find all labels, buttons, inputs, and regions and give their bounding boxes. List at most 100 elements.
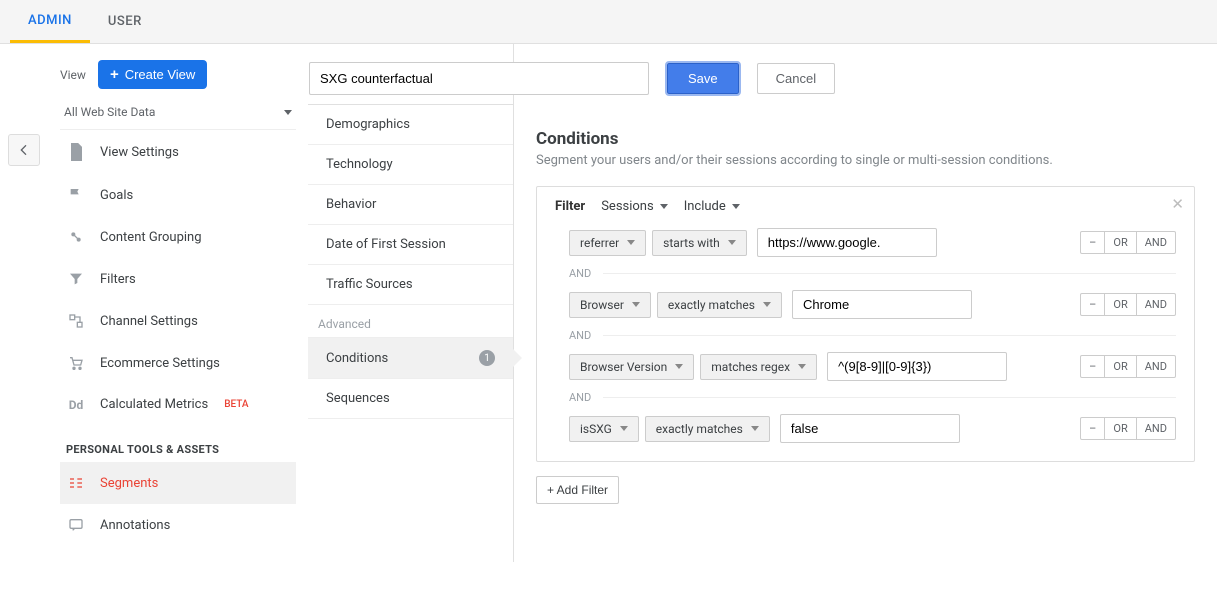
- dimension-dropdown[interactable]: Browser Version: [569, 354, 694, 380]
- dimension-value: isSXG: [580, 422, 612, 436]
- back-button[interactable]: [8, 134, 40, 166]
- remove-rule-button[interactable]: –: [1080, 355, 1105, 378]
- panel-subtitle: Segment your users and/or their sessions…: [536, 153, 1195, 168]
- cat-date-first-session[interactable]: Date of First Session: [308, 224, 513, 264]
- or-button[interactable]: OR: [1105, 417, 1136, 440]
- caret-down-icon: [660, 204, 668, 209]
- filter-label: Filter: [555, 199, 585, 214]
- nav-label: Content Grouping: [100, 230, 202, 245]
- operator-value: exactly matches: [656, 422, 743, 436]
- filter-mode-value: Include: [684, 199, 726, 214]
- segment-categories: Demographics Technology Behavior Date of…: [308, 44, 514, 562]
- rule-row: referrer starts with – OR AND: [555, 228, 1176, 257]
- nav-label: Channel Settings: [100, 314, 198, 329]
- panel-title: Conditions: [536, 129, 1195, 149]
- dimension-dropdown[interactable]: referrer: [569, 230, 646, 256]
- dimension-dropdown[interactable]: isSXG: [569, 416, 639, 442]
- or-button[interactable]: OR: [1105, 293, 1136, 316]
- and-button[interactable]: AND: [1137, 231, 1176, 254]
- rule-row: Browser Version matches regex – OR AND: [555, 352, 1176, 381]
- rule-value-input[interactable]: [792, 290, 972, 319]
- beta-badge: BETA: [224, 399, 248, 410]
- filter-mode-dropdown[interactable]: Include: [684, 199, 740, 214]
- rule-row: Browser exactly matches – OR AND: [555, 290, 1176, 319]
- funnel-icon: [66, 271, 86, 287]
- nav-content-grouping[interactable]: Content Grouping: [60, 216, 296, 258]
- personal-section-label: PERSONAL TOOLS & ASSETS: [60, 425, 296, 462]
- dimension-dropdown[interactable]: Browser: [569, 292, 651, 318]
- nav-segments[interactable]: Segments: [60, 462, 296, 504]
- filter-scope-value: Sessions: [601, 199, 654, 214]
- nav-goals[interactable]: Goals: [60, 174, 296, 216]
- and-button[interactable]: AND: [1137, 417, 1176, 440]
- caret-down-icon: [732, 204, 740, 209]
- and-separator: AND: [569, 267, 591, 280]
- save-button[interactable]: Save: [667, 63, 739, 94]
- tab-user[interactable]: USER: [90, 0, 160, 43]
- operator-dropdown[interactable]: exactly matches: [645, 416, 770, 442]
- operator-dropdown[interactable]: exactly matches: [657, 292, 782, 318]
- cat-conditions[interactable]: Conditions 1: [308, 337, 513, 378]
- nav-calculated-metrics[interactable]: Dd Calculated Metrics BETA: [60, 384, 296, 425]
- nav-label: Filters: [100, 272, 136, 287]
- create-view-button[interactable]: + Create View: [98, 60, 207, 89]
- cancel-button[interactable]: Cancel: [757, 63, 835, 94]
- annotations-icon: [66, 517, 86, 533]
- segments-icon: [66, 475, 86, 491]
- dimension-value: Browser Version: [580, 360, 667, 374]
- rule-value-input[interactable]: [827, 352, 1007, 381]
- caret-down-icon: [751, 426, 759, 431]
- cart-icon: [66, 355, 86, 371]
- remove-rule-button[interactable]: –: [1080, 231, 1105, 254]
- nav-channel-settings[interactable]: Channel Settings: [60, 300, 296, 342]
- and-button[interactable]: AND: [1137, 293, 1176, 316]
- nav-filters[interactable]: Filters: [60, 258, 296, 300]
- caret-down-icon: [284, 110, 292, 115]
- caret-down-icon: [798, 364, 806, 369]
- rule-value-input[interactable]: [780, 414, 960, 443]
- document-icon: [66, 143, 86, 161]
- cat-demographics[interactable]: Demographics: [308, 104, 513, 144]
- nav-ecommerce-settings[interactable]: Ecommerce Settings: [60, 342, 296, 384]
- advanced-section-label: Advanced: [308, 305, 513, 337]
- cat-sequences[interactable]: Sequences: [308, 378, 513, 419]
- nav-label: Ecommerce Settings: [100, 356, 220, 371]
- remove-rule-button[interactable]: –: [1080, 417, 1105, 440]
- cat-behavior[interactable]: Behavior: [308, 184, 513, 224]
- metrics-icon: Dd: [66, 398, 86, 412]
- cat-technology[interactable]: Technology: [308, 144, 513, 184]
- segment-name-input[interactable]: [309, 62, 649, 95]
- arrow-left-icon: [16, 142, 32, 158]
- remove-rule-button[interactable]: –: [1080, 293, 1105, 316]
- add-filter-button[interactable]: + Add Filter: [536, 476, 619, 504]
- create-view-label: Create View: [125, 67, 196, 82]
- and-separator: AND: [569, 329, 591, 342]
- and-button[interactable]: AND: [1137, 355, 1176, 378]
- tab-admin[interactable]: ADMIN: [10, 0, 90, 43]
- operator-value: starts with: [663, 236, 720, 250]
- conditions-count-badge: 1: [479, 350, 495, 366]
- view-selector[interactable]: All Web Site Data: [60, 97, 296, 130]
- nav-label: View Settings: [100, 145, 179, 160]
- and-separator: AND: [569, 391, 591, 404]
- rule-value-input[interactable]: [757, 228, 937, 257]
- caret-down-icon: [620, 426, 628, 431]
- nav-view-settings[interactable]: View Settings: [60, 130, 296, 174]
- or-button[interactable]: OR: [1105, 355, 1136, 378]
- back-column: [0, 44, 48, 562]
- group-icon: [66, 229, 86, 245]
- cat-traffic-sources[interactable]: Traffic Sources: [308, 264, 513, 305]
- filter-scope-dropdown[interactable]: Sessions: [601, 199, 668, 214]
- nav-annotations[interactable]: Annotations: [60, 504, 296, 546]
- caret-down-icon: [728, 240, 736, 245]
- caret-down-icon: [627, 240, 635, 245]
- main-panel: Save Cancel Conditions Segment your user…: [514, 44, 1217, 562]
- or-button[interactable]: OR: [1105, 231, 1136, 254]
- operator-dropdown[interactable]: starts with: [652, 230, 747, 256]
- operator-dropdown[interactable]: matches regex: [700, 354, 817, 380]
- close-icon[interactable]: ✕: [1171, 195, 1184, 213]
- nav-label: Calculated Metrics: [100, 397, 208, 412]
- cat-label: Conditions: [326, 351, 388, 366]
- dimension-value: Browser: [580, 298, 624, 312]
- caret-down-icon: [675, 364, 683, 369]
